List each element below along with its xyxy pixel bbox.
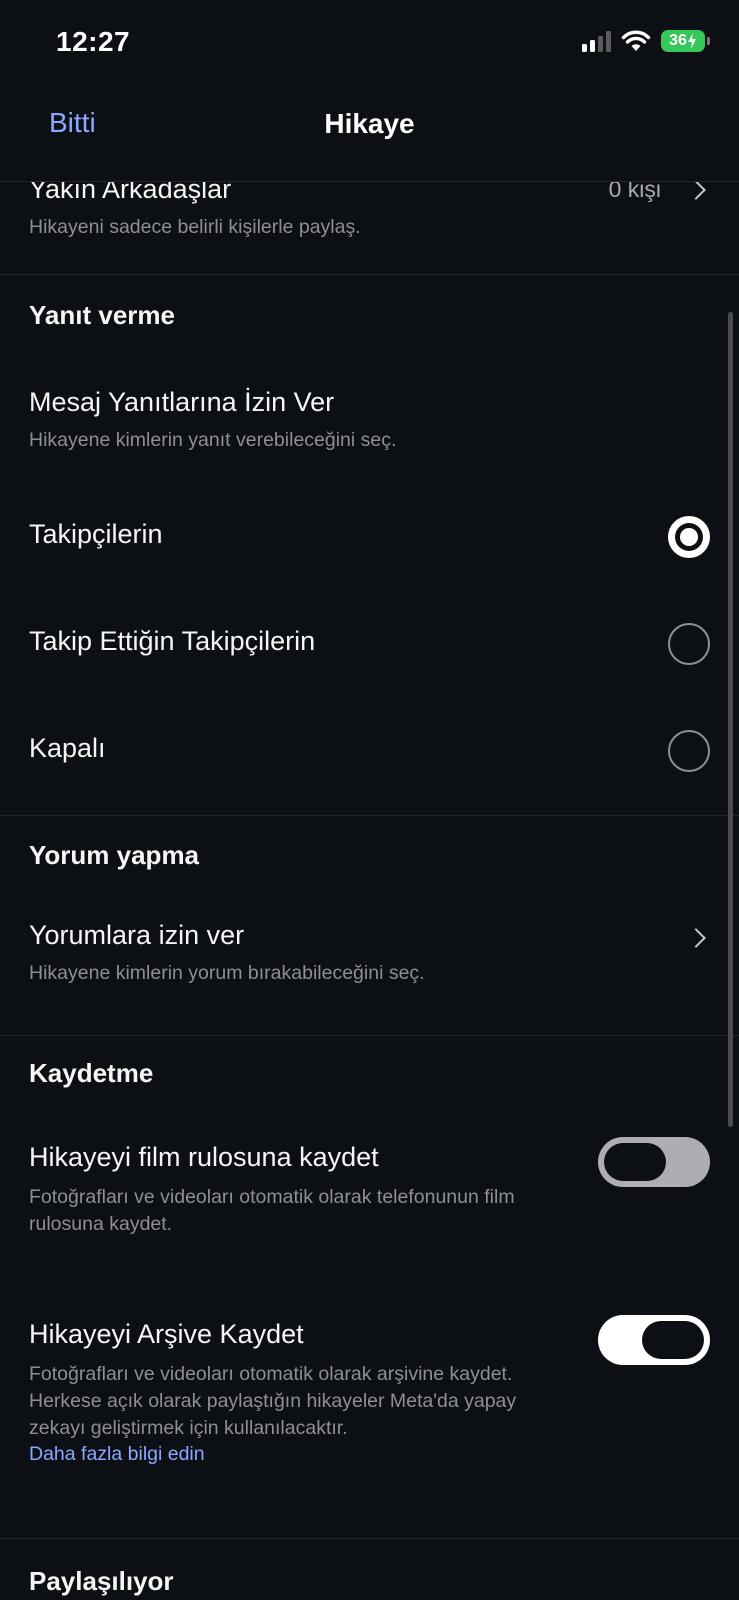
learn-more-link[interactable]: Daha fazla bilgi edin xyxy=(29,1443,205,1466)
save-to-archive-row: Hikayeyi Arşive Kaydet Fotoğrafları ve v… xyxy=(0,1315,739,1479)
close-friends-count: 0 kişi xyxy=(608,182,661,202)
status-icons: 36 xyxy=(582,30,710,52)
divider xyxy=(0,274,739,275)
camera-roll-toggle[interactable] xyxy=(598,1137,710,1187)
comments-section-header: Yorum yapma xyxy=(29,840,200,870)
toggle-knob xyxy=(642,1321,704,1359)
reply-option-label: Takipçilerin xyxy=(29,519,163,549)
cellular-signal-icon xyxy=(582,30,611,52)
scrollbar[interactable] xyxy=(728,312,733,1127)
status-time: 12:27 xyxy=(56,26,131,57)
reply-option-followers[interactable]: Takipçilerin xyxy=(0,492,739,578)
allow-comments-title: Yorumlara izin ver xyxy=(29,920,245,950)
reply-option-label: Takip Ettiğin Takipçilerin xyxy=(29,626,316,656)
battery-level: 36 xyxy=(669,32,687,49)
message-replies-row: Mesaj Yanıtlarına İzin Ver Hikayene kiml… xyxy=(0,387,739,457)
chevron-right-icon xyxy=(686,182,706,200)
reply-option-followers-you-follow[interactable]: Takip Ettiğin Takipçilerin xyxy=(0,599,739,685)
divider xyxy=(0,1538,739,1539)
radio-selected-icon[interactable] xyxy=(668,516,710,558)
message-replies-title: Mesaj Yanıtlarına İzin Ver xyxy=(29,387,335,417)
toggle-knob xyxy=(604,1143,666,1181)
radio-unselected-icon[interactable] xyxy=(668,623,710,665)
reply-option-off[interactable]: Kapalı xyxy=(0,706,739,792)
close-friends-title: Yakın Arkadaşlar xyxy=(29,182,232,204)
saving-section-header: Kaydetme xyxy=(29,1058,154,1088)
archive-toggle[interactable] xyxy=(598,1315,710,1365)
save-to-archive-title: Hikayeyi Arşive Kaydet xyxy=(29,1319,304,1349)
charging-bolt-icon xyxy=(687,33,696,49)
save-to-camera-roll-title: Hikayeyi film rulosuna kaydet xyxy=(29,1142,379,1172)
close-friends-row[interactable]: Yakın Arkadaşlar Hikayeni sadece belirli… xyxy=(0,182,739,268)
message-replies-subtitle: Hikayene kimlerin yanıt verebileceğini s… xyxy=(29,429,397,451)
page-title: Hikaye xyxy=(324,108,415,139)
reply-option-label: Kapalı xyxy=(29,733,106,763)
allow-comments-row[interactable]: Yorumlara izin ver Hikayene kimlerin yor… xyxy=(0,920,739,1000)
done-button[interactable]: Bitti xyxy=(49,107,96,139)
status-bar: 12:27 36 xyxy=(0,0,739,90)
navigation-bar: Bitti Hikaye xyxy=(0,90,739,182)
replies-section-header: Yanıt verme xyxy=(29,300,175,330)
battery-charging-icon: 36 xyxy=(661,30,710,52)
close-friends-subtitle: Hikayeni sadece belirli kişilerle paylaş… xyxy=(29,216,361,238)
sharing-section-header: Paylaşılıyor xyxy=(29,1566,174,1596)
radio-unselected-icon[interactable] xyxy=(668,730,710,772)
divider xyxy=(0,1035,739,1036)
wifi-icon xyxy=(621,30,651,51)
settings-list[interactable]: Yakın Arkadaşlar Hikayeni sadece belirli… xyxy=(0,182,739,1600)
save-to-camera-roll-row: Hikayeyi film rulosuna kaydet Fotoğrafla… xyxy=(0,1137,739,1262)
chevron-right-icon xyxy=(686,928,706,948)
save-to-camera-roll-subtitle: Fotoğrafları ve videoları otomatik olara… xyxy=(29,1186,515,1235)
allow-comments-subtitle: Hikayene kimlerin yorum bırakabileceğini… xyxy=(29,962,425,984)
save-to-archive-subtitle: Fotoğrafları ve videoları otomatik olara… xyxy=(29,1363,517,1439)
divider xyxy=(0,815,739,816)
